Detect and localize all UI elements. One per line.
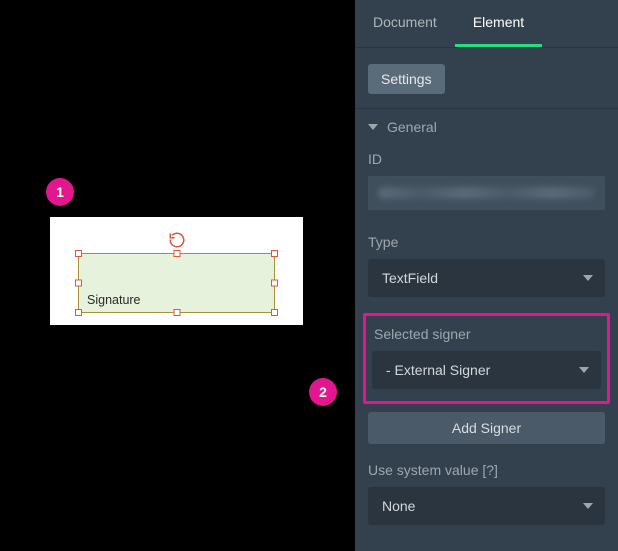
tab-element[interactable]: Element: [455, 0, 542, 47]
id-input[interactable]: [368, 176, 605, 210]
resize-handle-tl[interactable]: [75, 250, 82, 257]
type-label: Type: [368, 234, 605, 250]
settings-row: Settings: [355, 48, 618, 108]
system-value-select[interactable]: None: [368, 487, 605, 525]
type-select[interactable]: TextField: [368, 259, 605, 297]
signer-label: Selected signer: [374, 326, 601, 342]
signature-field-label: Signature: [87, 293, 141, 307]
add-signer-button[interactable]: Add Signer: [368, 412, 605, 444]
settings-chip[interactable]: Settings: [368, 64, 445, 94]
id-label: ID: [368, 151, 605, 167]
resize-handle-br[interactable]: [271, 309, 278, 316]
resize-handle-tm[interactable]: [173, 250, 180, 257]
rotate-icon[interactable]: [168, 231, 186, 252]
chevron-down-icon: [583, 503, 593, 509]
resize-handle-ml[interactable]: [75, 280, 82, 287]
section-title: General: [387, 119, 437, 135]
system-value-label: Use system value [?]: [368, 462, 605, 478]
chevron-down-icon: [368, 124, 378, 130]
properties-panel: Document Element Settings General ID Typ…: [355, 0, 618, 551]
resize-handle-mr[interactable]: [271, 280, 278, 287]
chevron-down-icon: [583, 275, 593, 281]
chevron-down-icon: [579, 367, 589, 373]
system-value-value: None: [382, 498, 415, 514]
annotation-badge-1: 1: [46, 178, 74, 206]
selected-signer-highlight: Selected signer - External Signer: [363, 313, 610, 404]
resize-handle-tr[interactable]: [271, 250, 278, 257]
annotation-badge-2: 2: [309, 378, 337, 406]
field-type: Type TextField: [355, 226, 618, 313]
resize-handle-bm[interactable]: [173, 309, 180, 316]
canvas-area: 1 2 Signature: [0, 0, 355, 551]
signature-card: Signature: [50, 217, 303, 325]
signer-select[interactable]: - External Signer: [372, 351, 601, 389]
field-system-value: Use system value [?] None: [355, 462, 618, 541]
field-id: ID: [355, 143, 618, 226]
type-value: TextField: [382, 270, 438, 286]
resize-handle-bl[interactable]: [75, 309, 82, 316]
signature-field[interactable]: Signature: [78, 253, 275, 313]
signer-value: - External Signer: [386, 362, 490, 378]
tab-document[interactable]: Document: [355, 0, 455, 47]
panel-tabs: Document Element: [355, 0, 618, 48]
section-general-header[interactable]: General: [355, 108, 618, 143]
